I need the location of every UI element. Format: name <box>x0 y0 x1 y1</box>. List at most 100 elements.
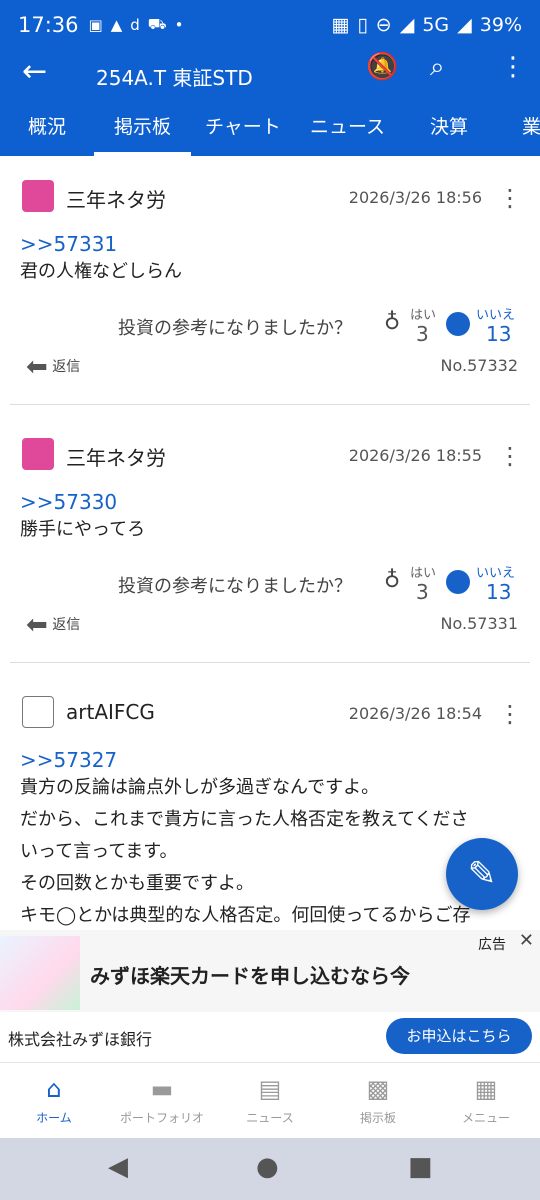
nav-portfolio[interactable]: ▬ ポートフォリオ <box>108 1075 216 1126</box>
search-icon[interactable]: ⌕ <box>430 52 445 83</box>
nav-menu-label: メニュー <box>461 1111 510 1125</box>
status-bar: 17:36 ▣ ▲ d ⛟ • ▦ ▯ ⊖ ◢ 5G ◢ 39% <box>0 0 540 50</box>
reply-arrow-icon: ⬅ <box>26 352 48 382</box>
grid-icon: ▦ <box>474 1075 498 1103</box>
ad-banner[interactable]: 広告 ✕ みずほ楽天カードを申し込むなら今 株式会社みずほ銀行 お申込はこちら <box>0 930 540 1062</box>
status-time: 17:36 <box>18 13 79 37</box>
tab-board[interactable]: 掲示板 <box>93 112 192 156</box>
tab-more[interactable]: 業 <box>522 112 540 139</box>
reply-reference-link[interactable]: >>57327 <box>20 748 117 772</box>
ticker-label: 254A.T 東証STD <box>96 66 253 90</box>
signal-icon: ◢ <box>457 14 472 36</box>
bulb-yes-icon[interactable]: ♁ <box>384 310 400 335</box>
ad-advertiser: 株式会社みずほ銀行 <box>8 1030 153 1049</box>
more-options-icon[interactable]: ⋮ <box>500 52 526 82</box>
wifi-icon: ◢ <box>399 14 415 36</box>
avatar[interactable] <box>22 438 54 470</box>
status-left-icons: ▣ ▲ d ⛟ • <box>89 15 184 35</box>
tab-overview[interactable]: 概況 <box>28 112 66 139</box>
reply-arrow-icon: ⬅ <box>26 610 48 640</box>
nav-board-label: 掲示板 <box>359 1111 396 1125</box>
dnd-icon: ⊖ <box>375 14 392 36</box>
bulb-yes-icon[interactable]: ♁ <box>384 568 400 593</box>
avatar[interactable] <box>22 696 54 728</box>
ad-thumbnail[interactable] <box>0 936 80 1010</box>
line-icon: ▣ <box>88 16 103 34</box>
back-arrow-icon[interactable]: ← <box>22 54 47 89</box>
no-label: いいえ <box>476 566 516 581</box>
recents-square-icon[interactable]: ■ <box>408 1152 433 1182</box>
divider <box>10 662 530 663</box>
yes-count: 3 <box>416 580 429 604</box>
tab-news[interactable]: ニュース <box>310 112 385 139</box>
ad-headline[interactable]: みずほ楽天カードを申し込むなら今 <box>90 960 410 989</box>
dot-icon: • <box>174 16 184 34</box>
status-right-icons: ▦ ▯ ⊖ ◢ 5G ◢ 39% <box>331 14 522 36</box>
back-triangle-icon[interactable]: ◀ <box>108 1152 128 1182</box>
reply-button[interactable]: ⬅ 返信 <box>26 352 80 382</box>
ad-label: 広告 <box>478 937 506 953</box>
tab-earnings[interactable]: 決算 <box>430 112 468 139</box>
cart-icon: ⛟ <box>147 15 167 33</box>
reply-reference-link[interactable]: >>57331 <box>20 232 117 256</box>
post-number: No.57331 <box>440 614 518 633</box>
nav-home-label: ホーム <box>36 1111 72 1125</box>
nfc-icon: ▦ <box>331 14 350 36</box>
post-date: 2026/3/26 18:55 <box>348 446 482 465</box>
username[interactable]: artAIFCG <box>66 700 155 724</box>
pencil-icon: ✎ <box>467 854 497 894</box>
nav-news[interactable]: ▤ ニュース <box>216 1075 324 1126</box>
reply-reference-link[interactable]: >>57330 <box>20 490 117 514</box>
divider <box>10 404 530 405</box>
network-label: 5G <box>422 14 450 36</box>
home-circle-icon[interactable]: ● <box>256 1152 279 1182</box>
post-menu-icon[interactable]: ⋮ <box>498 702 522 726</box>
ad-close-icon[interactable]: ✕ <box>519 930 534 951</box>
yes-label: はい <box>410 566 437 581</box>
post-date: 2026/3/26 18:54 <box>348 704 482 723</box>
post-body-line: 勝手にやってろ <box>20 519 146 540</box>
ad-cta-button[interactable]: お申込はこちら <box>386 1018 532 1054</box>
d-icon: d <box>130 16 140 34</box>
post-date: 2026/3/26 18:56 <box>348 188 482 207</box>
helpful-question: 投資の参考になりましたか？ <box>118 318 352 339</box>
app-bar: ← 254A.T 東証STD 🔕 ⌕ ⋮ <box>0 50 540 100</box>
bottom-nav: ⌂ ホーム ▬ ポートフォリオ ▤ ニュース ▩ 掲示板 ▦ メニュー <box>0 1062 540 1138</box>
reply-label: 返信 <box>52 359 81 375</box>
notification-off-icon[interactable]: 🔕 <box>366 52 398 82</box>
post-body-line: 貴方の反論は論点外しが多過ぎなんですよ。 <box>20 777 380 798</box>
warning-icon: ▲ <box>110 16 123 34</box>
helpful-question: 投資の参考になりましたか？ <box>118 576 352 597</box>
folder-icon: ▬ <box>150 1075 174 1103</box>
post-menu-icon[interactable]: ⋮ <box>498 444 522 468</box>
battery-level: 39% <box>479 14 522 36</box>
post-body: 君の人権などしらん <box>20 256 510 288</box>
reply-label: 返信 <box>52 617 81 633</box>
username[interactable]: 三年ネタ労 <box>66 442 166 471</box>
post-body-line: だから、これまで貴方に言った人格否定を教えてくださ <box>20 809 469 830</box>
username[interactable]: 三年ネタ労 <box>66 184 166 213</box>
post-body: 貴方の反論は論点外しが多過ぎなんですよ。 だから、これまで貴方に言った人格否定を… <box>20 772 510 932</box>
vibrate-icon: ▯ <box>357 14 368 36</box>
post-body-line: 君の人権などしらん <box>20 261 182 282</box>
nav-news-label: ニュース <box>246 1111 294 1125</box>
bulb-no-icon[interactable] <box>446 570 470 594</box>
no-count: 13 <box>486 322 512 346</box>
tab-bar: 概況 掲示板 チャート ニュース 決算 業 <box>0 100 540 156</box>
avatar[interactable] <box>22 180 54 212</box>
yes-count: 3 <box>416 322 429 346</box>
nav-board[interactable]: ▩ 掲示板 <box>324 1075 432 1126</box>
tab-chart[interactable]: チャート <box>205 112 281 139</box>
nav-portfolio-label: ポートフォリオ <box>119 1111 204 1125</box>
post-menu-icon[interactable]: ⋮ <box>498 186 522 210</box>
bulb-no-icon[interactable] <box>446 312 470 336</box>
nav-home[interactable]: ⌂ ホーム <box>0 1075 108 1126</box>
nav-menu[interactable]: ▦ メニュー <box>432 1075 540 1126</box>
yes-label: はい <box>410 308 437 323</box>
reply-button[interactable]: ⬅ 返信 <box>26 610 80 640</box>
no-label: いいえ <box>476 308 516 323</box>
chat-icon: ▩ <box>366 1075 390 1103</box>
post-number: No.57332 <box>440 356 518 375</box>
system-nav-bar: ◀ ● ■ <box>0 1138 540 1200</box>
compose-post-button[interactable]: ✎ <box>446 838 518 910</box>
